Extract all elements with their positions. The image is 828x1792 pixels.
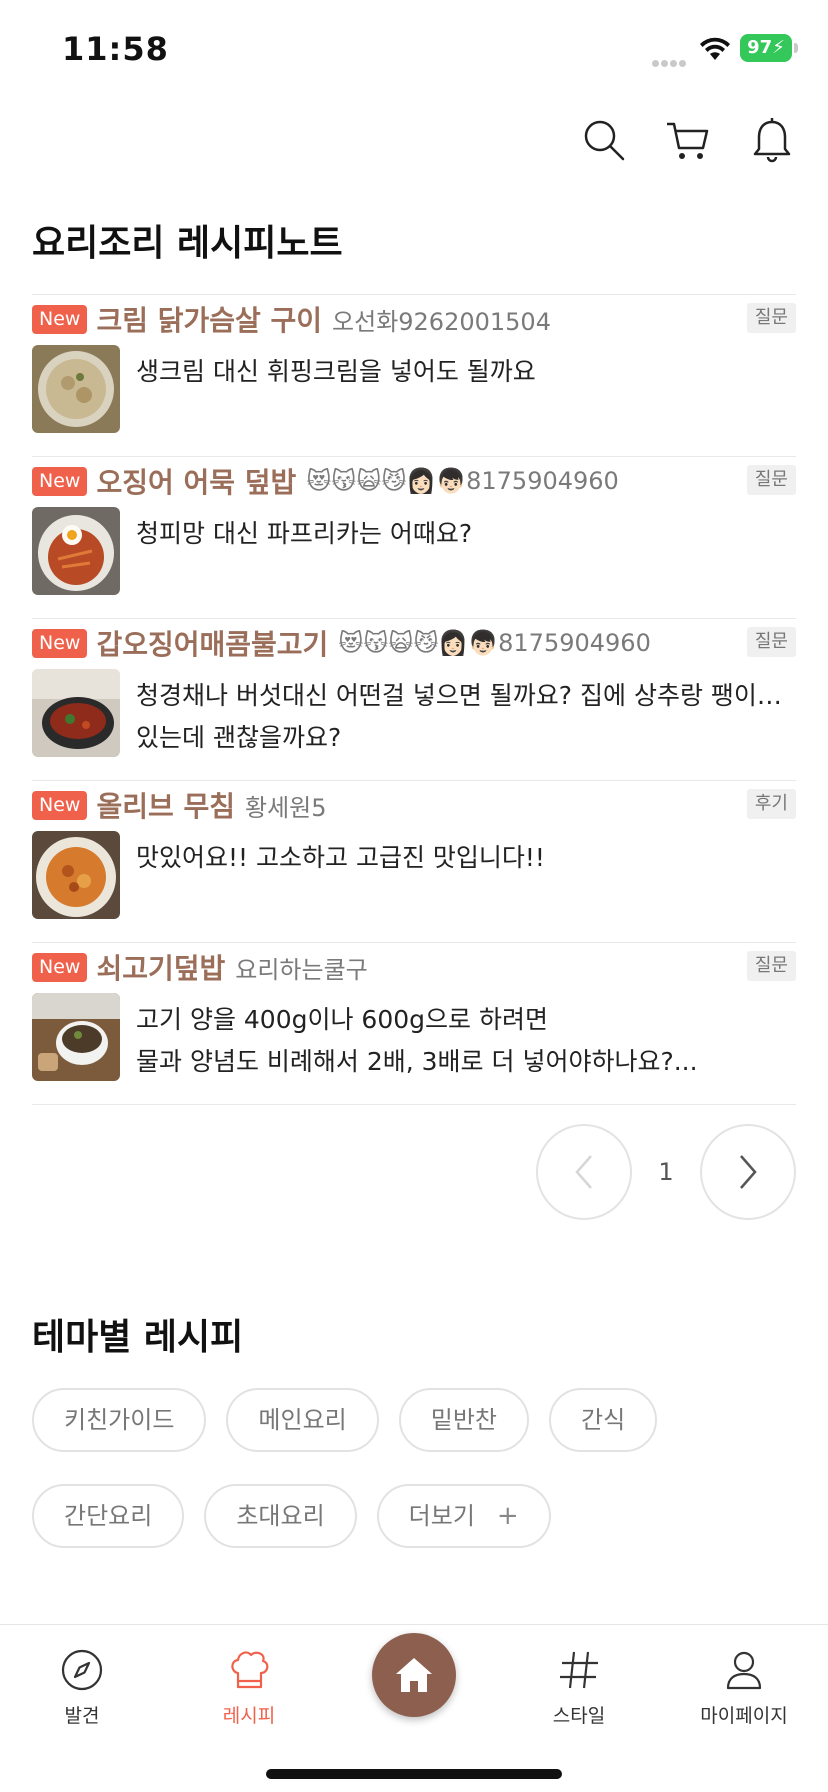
note-header: New 오징어 어묵 덮밥 😻😽🙀😼👩🏻👦🏻8175904960	[32, 465, 619, 499]
theme-section-title: 테마별 레시피	[32, 1316, 244, 1358]
new-badge: New	[32, 790, 88, 820]
list-item[interactable]: New 갑오징어매콤불고기 😻😽🙀😼👩🏻👦🏻8175904960 질문 청경채나…	[32, 619, 796, 781]
note-line: 물과 양념도 비례해서 2배, 3배로 더 넣어야하나요?...	[136, 1047, 698, 1076]
note-line: 맛있어요!! 고소하고 고급진 맛입니다!!	[136, 843, 545, 872]
pagination: 1	[536, 1124, 796, 1220]
compass-icon	[61, 1649, 103, 1691]
list-item[interactable]: New 올리브 무침 황세원5 후기 맛있어요!! 고소하고 고급진 맛입니다!…	[32, 781, 796, 943]
list-item[interactable]: New 쇠고기덮밥 요리하는쿨구 질문 고기 양을 400g이나 600g으로 …	[32, 943, 796, 1105]
recipe-notes-list: New 크림 닭가슴살 구이 오선화9262001504 질문 생크림 대신 휘…	[32, 294, 796, 1105]
note-header: New 올리브 무침 황세원5	[32, 789, 327, 823]
type-tag: 질문	[746, 951, 796, 981]
search-icon[interactable]	[580, 116, 628, 164]
recipe-title[interactable]: 크림 닭가슴살 구이	[96, 299, 322, 339]
author-name: 오선화9262001504	[332, 307, 551, 336]
status-bar: 11:58 97⚡	[0, 0, 828, 100]
author-name: 요리하는쿨구	[235, 955, 368, 984]
nav-mypage[interactable]: 마이페이지	[679, 1647, 809, 1728]
header-actions	[580, 112, 796, 168]
wifi-icon	[700, 37, 730, 60]
new-badge: New	[32, 628, 88, 658]
plus-icon: +	[496, 1501, 519, 1531]
type-tag: 질문	[746, 627, 796, 657]
type-tag: 후기	[746, 789, 796, 819]
list-item[interactable]: New 크림 닭가슴살 구이 오선화9262001504 질문 생크림 대신 휘…	[32, 295, 796, 457]
chip-snack[interactable]: 간식	[548, 1388, 658, 1452]
new-badge: New	[32, 952, 88, 982]
theme-chips: 키친가이드 메인요리 밑반찬 간식 간단요리 초대요리 더보기 +	[32, 1388, 796, 1580]
recipe-thumbnail[interactable]	[32, 831, 120, 919]
author-name: 😻😽🙀😼👩🏻👦🏻8175904960	[306, 467, 619, 495]
list-item[interactable]: New 오징어 어묵 덮밥 😻😽🙀😼👩🏻👦🏻8175904960 질문 청피망 …	[32, 457, 796, 619]
battery-level: 97	[747, 37, 773, 58]
type-tag: 질문	[746, 303, 796, 333]
chip-easy-cooking[interactable]: 간단요리	[32, 1484, 185, 1548]
chevron-left-icon	[575, 1155, 592, 1189]
note-header: New 크림 닭가슴살 구이 오선화9262001504	[32, 303, 551, 337]
note-line: 청피망 대신 파프리카는 어때요?	[136, 519, 473, 548]
note-line: 있는데 괜찮을까요?	[136, 723, 342, 752]
nav-label: 레시피	[222, 1705, 276, 1727]
recipe-thumbnail[interactable]	[32, 669, 120, 757]
author-name: 황세원5	[245, 793, 327, 822]
more-label: 더보기	[408, 1502, 475, 1530]
chef-hat-icon	[231, 1651, 269, 1689]
new-badge: New	[32, 304, 88, 334]
hashtag-icon	[560, 1651, 598, 1689]
current-page-number: 1	[658, 1158, 674, 1186]
battery-indicator: 97⚡	[740, 34, 798, 62]
note-text[interactable]: 맛있어요!! 고소하고 고급진 맛입니다!!	[136, 837, 796, 879]
recipe-title[interactable]: 오징어 어묵 덮밥	[96, 461, 296, 501]
status-time: 11:58	[62, 30, 169, 68]
notes-section-title: 요리조리 레시피노트	[32, 222, 343, 264]
note-line: 고기 양을 400g이나 600g으로 하려면	[136, 1005, 548, 1034]
chip-main-dish[interactable]: 메인요리	[226, 1388, 379, 1452]
nav-label: 스타일	[552, 1705, 606, 1727]
chip-side-dish[interactable]: 밑반찬	[398, 1388, 529, 1452]
recipe-thumbnail[interactable]	[32, 507, 120, 595]
chevron-right-icon	[740, 1155, 757, 1189]
cart-icon[interactable]	[664, 116, 712, 164]
nav-recipe[interactable]: 레시피	[184, 1647, 314, 1728]
recipe-title[interactable]: 쇠고기덮밥	[96, 947, 225, 987]
nav-discover[interactable]: 발견	[17, 1647, 147, 1728]
note-text[interactable]: 고기 양을 400g이나 600g으로 하려면 물과 양념도 비례해서 2배, …	[136, 999, 796, 1083]
note-header: New 갑오징어매콤불고기 😻😽🙀😼👩🏻👦🏻8175904960	[32, 627, 651, 661]
note-text[interactable]: 청경채나 버섯대신 어떤걸 넣으면 될까요? 집에 상추랑 팽이버섯 있는데 괜…	[136, 675, 796, 759]
type-tag: 질문	[746, 465, 796, 495]
nav-label: 발견	[64, 1705, 100, 1727]
nav-style[interactable]: 스타일	[514, 1647, 644, 1728]
note-header: New 쇠고기덮밥 요리하는쿨구	[32, 951, 368, 985]
bottom-navigation: 발견 레시피 스타일 마이페이지	[0, 1624, 828, 1792]
signal-icon	[652, 52, 692, 67]
next-page-button[interactable]	[700, 1124, 796, 1220]
chip-party-cooking[interactable]: 초대요리	[204, 1484, 357, 1548]
note-text[interactable]: 생크림 대신 휘핑크림을 넣어도 될까요	[136, 351, 796, 393]
home-icon	[396, 1658, 432, 1692]
new-badge: New	[32, 466, 88, 496]
recipe-thumbnail[interactable]	[32, 345, 120, 433]
user-icon	[726, 1651, 762, 1690]
chip-kitchen-guide[interactable]: 키친가이드	[32, 1388, 207, 1452]
home-button[interactable]	[372, 1633, 456, 1717]
nav-label: 마이페이지	[700, 1705, 788, 1727]
recipe-title[interactable]: 갑오징어매콤불고기	[96, 623, 328, 663]
recipe-title[interactable]: 올리브 무침	[96, 785, 235, 825]
app-screen: 11:58 97⚡ 요리조리 레시피노트 New 크림 닭가슴살 구이 오선화9…	[0, 0, 828, 1792]
note-text[interactable]: 청피망 대신 파프리카는 어때요?	[136, 513, 796, 555]
prev-page-button[interactable]	[536, 1124, 632, 1220]
bell-icon[interactable]	[748, 116, 796, 164]
more-themes-button[interactable]: 더보기 +	[376, 1484, 551, 1548]
author-name: 😻😽🙀😼👩🏻👦🏻8175904960	[338, 629, 651, 657]
note-line: 생크림 대신 휘핑크림을 넣어도 될까요	[136, 357, 536, 386]
home-indicator	[266, 1769, 562, 1779]
recipe-thumbnail[interactable]	[32, 993, 120, 1081]
note-line: 청경채나 버섯대신 어떤걸 넣으면 될까요? 집에 상추랑 팽이버섯	[136, 681, 796, 710]
